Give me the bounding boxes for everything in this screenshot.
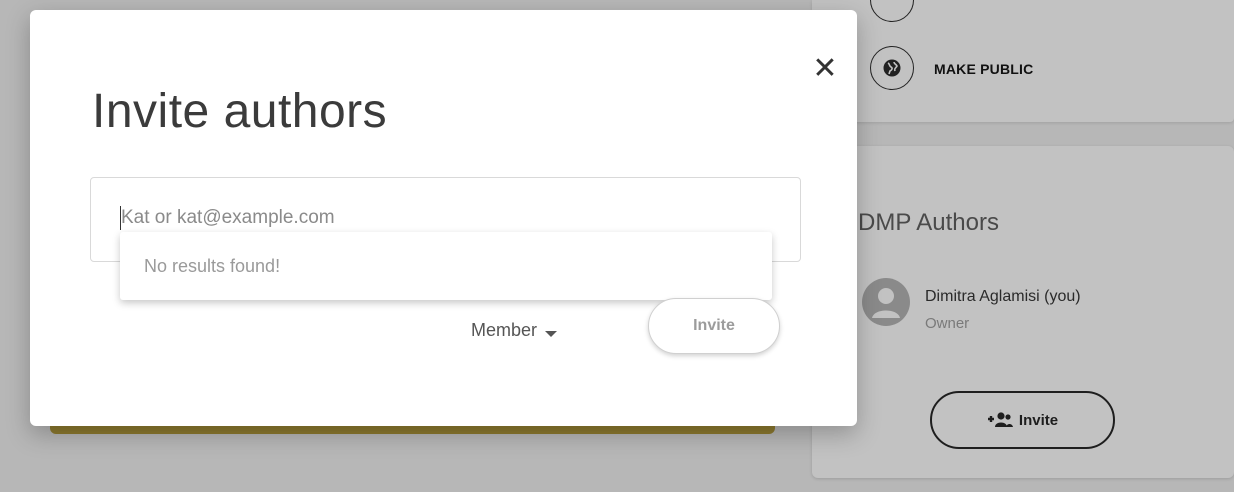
globe-icon	[883, 59, 901, 77]
add-author-invite-button[interactable]: Invite	[930, 391, 1115, 449]
caret-down-icon	[545, 330, 558, 337]
author-name: Dimitra Aglamisi (you)	[925, 288, 1081, 305]
search-input[interactable]	[119, 206, 763, 230]
invite-button[interactable]: Invite	[648, 298, 780, 354]
make-public-label[interactable]: MAKE PUBLIC	[934, 61, 1033, 77]
autocomplete-panel: No results found!	[120, 232, 772, 300]
dialog-title: Invite authors	[92, 85, 388, 138]
add-author-invite-label: Invite	[1018, 411, 1059, 429]
avatar	[862, 278, 910, 326]
close-icon[interactable]: ✕	[810, 54, 840, 84]
invite-authors-dialog: ✕ Invite authors No results found! Membe…	[30, 10, 857, 426]
author-role: Owner	[925, 315, 970, 332]
make-public-button[interactable]	[870, 46, 914, 90]
role-select[interactable]: Member	[471, 320, 558, 341]
add-people-icon	[987, 412, 1013, 427]
text-caret	[120, 206, 121, 230]
role-select-value: Member	[471, 320, 538, 340]
person-icon	[872, 288, 900, 318]
dmp-authors-title: DMP Authors	[858, 209, 999, 236]
no-results-message: No results found!	[144, 256, 281, 276]
